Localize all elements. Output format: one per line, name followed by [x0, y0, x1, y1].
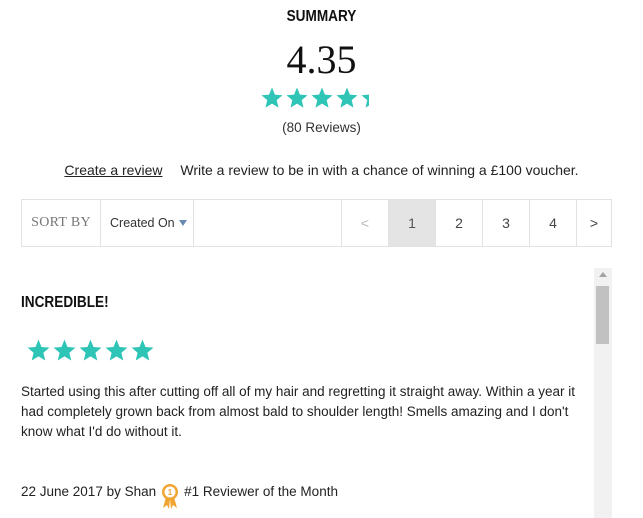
badge-number: 1: [168, 488, 173, 497]
create-review-link[interactable]: Create a review: [64, 162, 162, 178]
star-icon: [53, 339, 75, 361]
pagination-page-1[interactable]: 1: [388, 200, 435, 246]
pagination-prev-button[interactable]: <: [341, 200, 388, 246]
star-icon: [131, 339, 153, 361]
star-icon: [311, 87, 332, 108]
review-meta: 22 June 2017 by Shan 1 #1 Reviewer of th…: [21, 478, 338, 509]
review-body: Started using this after cutting off all…: [21, 384, 576, 439]
reviews-scrollbar[interactable]: [594, 268, 612, 518]
star-icon: [286, 87, 307, 108]
promo-message: Write a review to be in with a chance of…: [180, 162, 579, 178]
star-icon: [79, 339, 101, 361]
review-star-rating: [25, 338, 155, 363]
star-icon: [27, 339, 49, 361]
summary-star-rating: [0, 86, 643, 110]
sort-by-label: SORT BY: [22, 200, 101, 246]
scroll-up-arrow-icon[interactable]: [599, 272, 607, 277]
review-count: (80 Reviews): [282, 120, 361, 135]
award-ribbon-icon: 1: [162, 484, 179, 509]
caret-down-icon: [178, 220, 187, 226]
reviewer-badge-text: #1 Reviewer of the Month: [184, 483, 338, 499]
pagination-next-button[interactable]: >: [576, 200, 611, 246]
average-rating: 4.35: [286, 37, 357, 82]
pagination-page-3[interactable]: 3: [482, 200, 529, 246]
summary-title: SUMMARY: [286, 8, 357, 25]
review-title: INCREDIBLE!: [21, 294, 109, 311]
reviews-toolbar: SORT BY Created On < 1 2 3 4 >: [21, 199, 612, 247]
promo-bar: Create a review Write a review to be in …: [0, 162, 643, 178]
pagination-page-2[interactable]: 2: [435, 200, 482, 246]
sort-select[interactable]: Created On: [101, 200, 194, 246]
pagination-page-4[interactable]: 4: [529, 200, 576, 246]
star-icon: [261, 87, 282, 108]
review-date-author: 22 June 2017 by Shan: [21, 483, 157, 499]
scrollbar-thumb[interactable]: [596, 286, 609, 344]
sort-select-value: Created On: [110, 216, 175, 230]
star-icon: [105, 339, 127, 361]
star-icon: [336, 87, 357, 108]
star-icon: [361, 87, 382, 108]
